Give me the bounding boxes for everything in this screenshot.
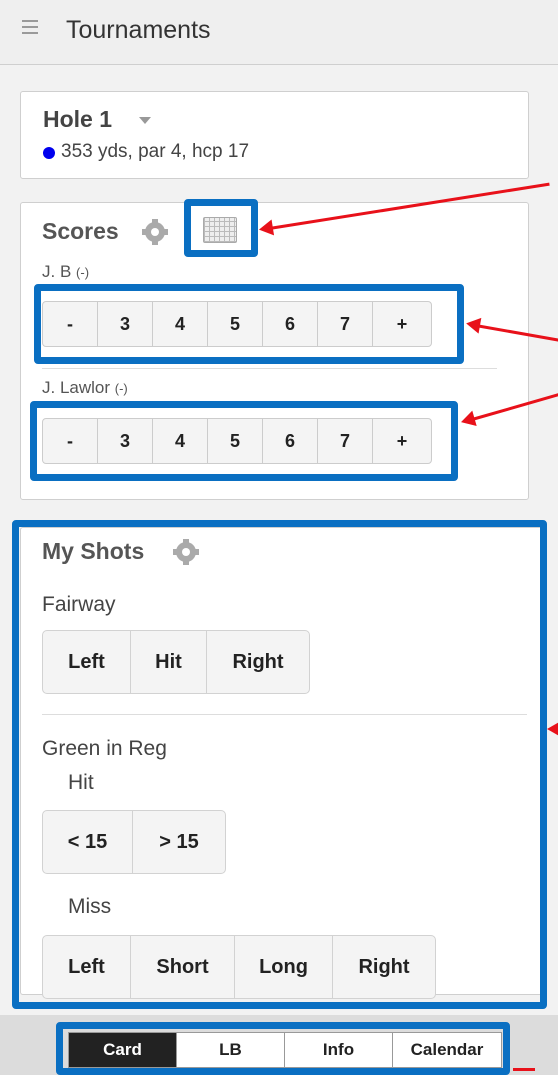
hole-card: Hole 1 353 yds, par 4, hcp 17 <box>20 91 529 179</box>
score-3-button[interactable]: 3 <box>98 302 153 346</box>
fairway-label: Fairway <box>42 593 116 616</box>
score-4-button[interactable]: 4 <box>153 302 208 346</box>
scores-settings-gear-icon[interactable] <box>142 219 168 245</box>
fairway-button-group: Left Hit Right <box>42 630 310 694</box>
app-header: Tournaments <box>0 0 558 65</box>
score-7-button[interactable]: 7 <box>318 419 373 463</box>
hole-selector[interactable]: Hole 1 <box>43 106 112 133</box>
gir-label: Green in Reg <box>42 737 167 760</box>
tab-info[interactable]: Info <box>285 1033 393 1067</box>
my-shots-title: My Shots <box>42 538 145 564</box>
shots-settings-gear-icon[interactable] <box>173 539 199 565</box>
miss-short-button[interactable]: Short <box>131 936 235 998</box>
gir-under-15-button[interactable]: < 15 <box>43 811 133 873</box>
score-5-button[interactable]: 5 <box>208 302 263 346</box>
player-name-1: J. B (-) <box>42 262 90 281</box>
fairway-hit-button[interactable]: Hit <box>131 631 207 693</box>
score-4-button[interactable]: 4 <box>153 419 208 463</box>
hole-info: 353 yds, par 4, hcp 17 <box>61 141 250 162</box>
gir-miss-button-group: Left Short Long Right <box>42 935 436 999</box>
chevron-down-icon[interactable] <box>139 117 151 124</box>
miss-long-button[interactable]: Long <box>235 936 333 998</box>
tab-card[interactable]: Card <box>69 1033 177 1067</box>
scores-title: Scores <box>42 218 119 244</box>
scorecard-grid-icon[interactable] <box>203 217 237 243</box>
score-plus-button[interactable]: + <box>373 419 431 463</box>
tab-lb[interactable]: LB <box>177 1033 285 1067</box>
fairway-right-button[interactable]: Right <box>207 631 309 693</box>
score-buttons-player-1: - 3 4 5 6 7 + <box>42 301 432 347</box>
score-5-button[interactable]: 5 <box>208 419 263 463</box>
score-minus-button[interactable]: - <box>43 302 98 346</box>
annotation-mark <box>513 1068 535 1071</box>
score-6-button[interactable]: 6 <box>263 419 318 463</box>
fairway-left-button[interactable]: Left <box>43 631 131 693</box>
annotation-arrow-4 <box>547 721 558 737</box>
score-buttons-player-2: - 3 4 5 6 7 + <box>42 418 432 464</box>
score-3-button[interactable]: 3 <box>98 419 153 463</box>
bottom-tabs: Card LB Info Calendar <box>68 1032 502 1068</box>
menu-icon[interactable] <box>22 20 38 36</box>
gir-hit-button-group: < 15 > 15 <box>42 810 226 874</box>
shots-divider <box>42 714 527 715</box>
gir-over-15-button[interactable]: > 15 <box>133 811 225 873</box>
tab-calendar[interactable]: Calendar <box>393 1033 501 1067</box>
page-title: Tournaments <box>66 16 211 44</box>
player-divider <box>42 368 497 369</box>
score-7-button[interactable]: 7 <box>318 302 373 346</box>
miss-left-button[interactable]: Left <box>43 936 131 998</box>
miss-right-button[interactable]: Right <box>333 936 435 998</box>
score-6-button[interactable]: 6 <box>263 302 318 346</box>
gir-hit-label: Hit <box>68 771 94 794</box>
score-plus-button[interactable]: + <box>373 302 431 346</box>
score-minus-button[interactable]: - <box>43 419 98 463</box>
gir-miss-label: Miss <box>68 895 112 918</box>
player-name-2: J. Lawlor (-) <box>42 378 128 397</box>
tee-color-dot <box>43 147 55 159</box>
